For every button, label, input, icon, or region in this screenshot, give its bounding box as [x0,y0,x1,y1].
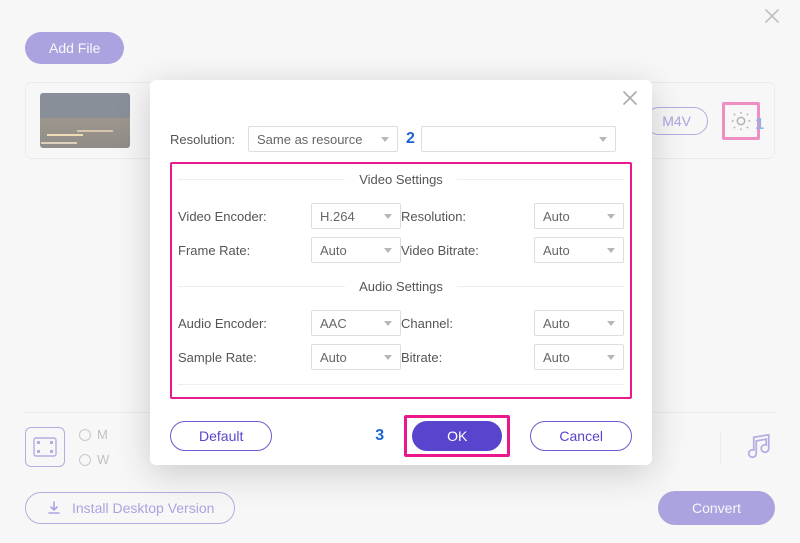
resolution2-select[interactable]: Auto [534,203,624,229]
ok-button[interactable]: OK [412,421,502,451]
chevron-down-icon [384,355,392,360]
default-button[interactable]: Default [170,421,272,451]
chevron-down-icon [607,248,615,253]
video-settings-header: Video Settings [345,172,457,187]
chevron-down-icon [607,321,615,326]
chevron-down-icon [384,321,392,326]
video-bitrate-select[interactable]: Auto [534,237,624,263]
resolution2-label: Resolution: [401,209,499,224]
resolution-select[interactable]: Same as resource [248,126,398,152]
close-icon[interactable] [620,88,640,111]
video-bitrate-label: Video Bitrate: [401,243,499,258]
channel-select[interactable]: Auto [534,310,624,336]
sample-rate-select[interactable]: Auto [311,344,401,370]
secondary-select[interactable] [421,126,616,152]
chevron-down-icon [384,214,392,219]
annotation-2: 2 [406,130,415,148]
settings-highlight: Video Settings Video Encoder: H.264 Fram… [170,162,632,399]
resolution-label: Resolution: [170,132,248,147]
chevron-down-icon [381,137,389,142]
audio-encoder-select[interactable]: AAC [311,310,401,336]
video-encoder-select[interactable]: H.264 [311,203,401,229]
chevron-down-icon [607,214,615,219]
audio-encoder-label: Audio Encoder: [178,316,276,331]
resolution-value: Same as resource [257,132,363,147]
frame-rate-label: Frame Rate: [178,243,276,258]
video-encoder-label: Video Encoder: [178,209,276,224]
audio-settings-header: Audio Settings [345,279,457,294]
annotation-3: 3 [375,427,384,445]
cancel-button[interactable]: Cancel [530,421,632,451]
channel-label: Channel: [401,316,499,331]
frame-rate-select[interactable]: Auto [311,237,401,263]
chevron-down-icon [599,137,607,142]
chevron-down-icon [384,248,392,253]
bitrate-label: Bitrate: [401,350,499,365]
settings-dialog: Resolution: Same as resource 2 Video Set… [150,80,652,465]
sample-rate-label: Sample Rate: [178,350,276,365]
chevron-down-icon [607,355,615,360]
bitrate-select[interactable]: Auto [534,344,624,370]
